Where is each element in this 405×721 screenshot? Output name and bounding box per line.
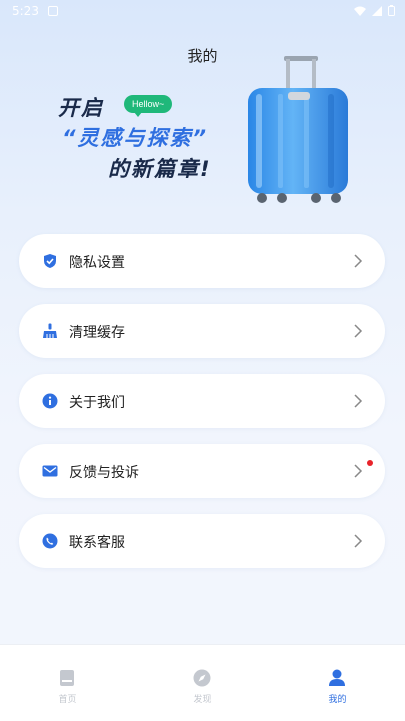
compass-icon [193, 669, 211, 687]
tab-label: 我的 [328, 695, 347, 705]
chevron-right-icon [354, 254, 363, 268]
chevron-right-icon [354, 394, 363, 408]
home-icon [60, 670, 74, 686]
phone-icon [42, 533, 58, 549]
menu-label: 关于我们 [69, 395, 125, 411]
menu-item-feedback[interactable]: 反馈与投诉 [19, 444, 385, 498]
hello-bubble: Hellow~ [124, 95, 173, 117]
tab-discover[interactable]: 发现 [135, 645, 270, 721]
wifi-icon [354, 6, 366, 16]
user-icon [329, 669, 345, 686]
menu-label: 反馈与投诉 [69, 465, 139, 481]
menu-label: 清理缓存 [69, 325, 125, 341]
menu-item-about-us[interactable]: 关于我们 [19, 374, 385, 428]
status-bar: 5:23 [0, 0, 405, 24]
tab-label: 发现 [193, 695, 212, 705]
menu-item-privacy[interactable]: 隐私设置 [19, 234, 385, 288]
bottom-tab-bar: 首页 发现 我的 [0, 644, 405, 721]
tab-home[interactable]: 首页 [0, 645, 135, 721]
battery-icon [388, 5, 395, 16]
notification-icon [48, 6, 58, 16]
info-icon [42, 393, 58, 409]
broom-icon [43, 323, 57, 338]
tab-label: 首页 [58, 695, 77, 705]
signal-icon [372, 5, 382, 16]
chevron-right-icon [354, 464, 363, 478]
menu-label: 隐私设置 [69, 255, 125, 271]
menu-item-clear-cache[interactable]: 清理缓存 [19, 304, 385, 358]
menu-label: 联系客服 [69, 535, 125, 551]
menu-item-customer-service[interactable]: 联系客服 [19, 514, 385, 568]
settings-menu: 隐私设置 清理缓存 关于我们 反馈与投诉 联系客服 [19, 234, 385, 584]
status-time: 5:23 [12, 4, 39, 18]
shield-check-icon [44, 254, 56, 268]
tab-mine[interactable]: 我的 [270, 645, 405, 721]
luggage-illustration [248, 56, 348, 203]
status-icons [354, 5, 395, 16]
banner-line-3: 的新篇章! [108, 157, 212, 181]
banner-line-1: 开启 [58, 96, 104, 120]
chevron-right-icon [354, 534, 363, 548]
chevron-right-icon [354, 324, 363, 338]
banner-line-2: “灵感与探索” [62, 126, 209, 150]
notification-badge [367, 460, 373, 466]
mail-icon [42, 465, 58, 477]
